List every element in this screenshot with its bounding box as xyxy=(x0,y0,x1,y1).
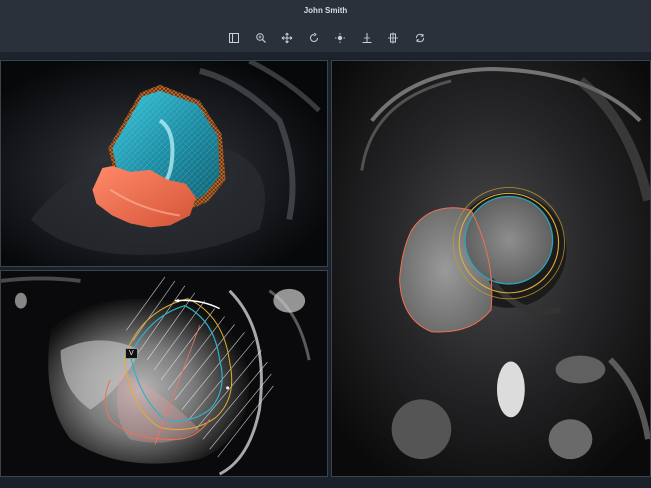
brightness-button[interactable] xyxy=(332,30,348,46)
toolbar xyxy=(226,29,428,47)
rotate-icon xyxy=(309,32,318,42)
zoom-icon xyxy=(255,33,266,43)
reset-icon xyxy=(415,33,424,43)
patient-name: John Smith xyxy=(303,6,348,15)
long-axis-image xyxy=(1,271,327,476)
rotate-button[interactable] xyxy=(306,30,322,46)
pan-button[interactable] xyxy=(279,30,295,46)
status-bar xyxy=(0,478,651,488)
viewport-3d-render[interactable] xyxy=(0,60,328,267)
zoom-button[interactable] xyxy=(253,30,269,46)
crop-button[interactable] xyxy=(359,30,375,46)
short-axis-image xyxy=(332,61,650,476)
slice-button[interactable] xyxy=(385,30,401,46)
heart-3d-model xyxy=(1,61,327,266)
crop-icon xyxy=(362,33,372,43)
valve-marker-label: V xyxy=(125,348,138,359)
viewport-short-axis[interactable] xyxy=(331,60,651,477)
pan-icon xyxy=(281,32,293,44)
brightness-icon xyxy=(335,33,346,43)
layout-button[interactable] xyxy=(226,30,242,46)
slice-icon xyxy=(388,32,399,44)
reset-button[interactable] xyxy=(412,30,428,46)
layout-icon xyxy=(229,33,239,43)
viewport-long-axis[interactable]: V xyxy=(0,270,328,477)
toolbar-divider xyxy=(0,52,651,58)
title-bar: John Smith xyxy=(0,0,651,52)
